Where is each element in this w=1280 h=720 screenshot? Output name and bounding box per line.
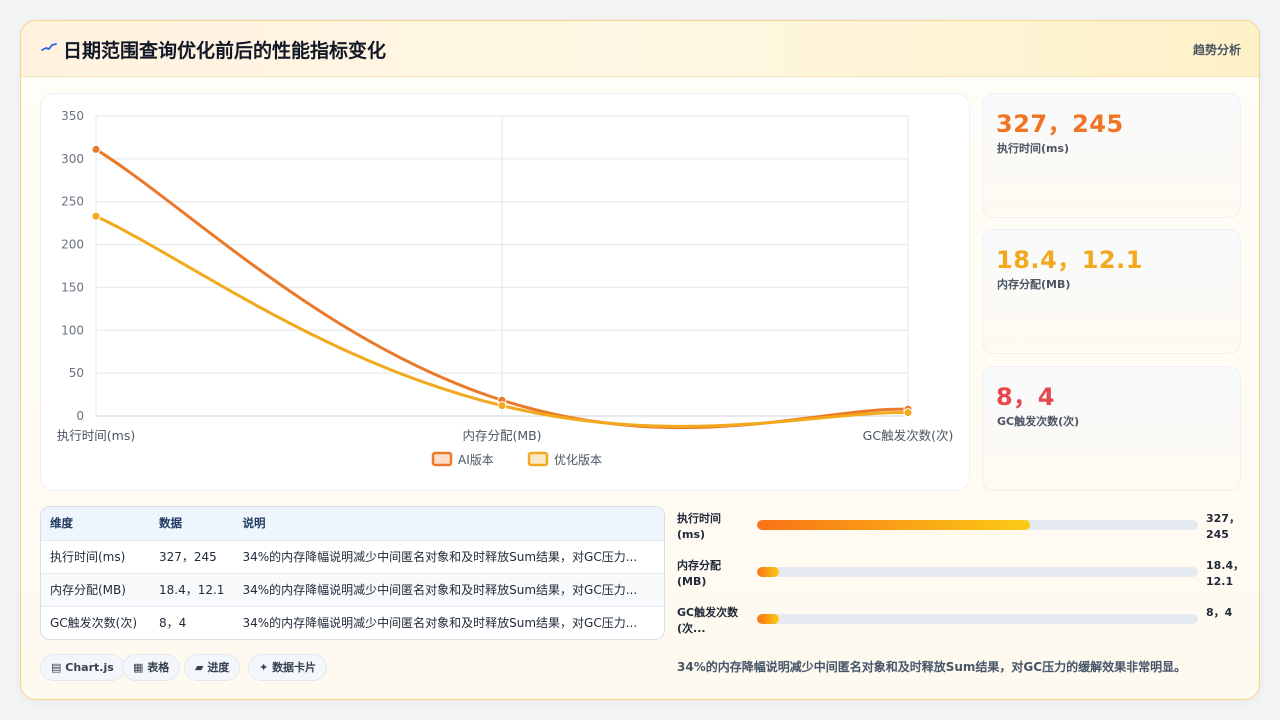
progress-fill	[757, 567, 780, 577]
pill-label: 数据卡片	[272, 661, 317, 674]
legend-label: AI版本	[458, 453, 494, 467]
line-chart: 0 50 100 150 200 250 300 350 执行时间(ms) 内存分配(MB) GC触…	[57, 109, 954, 467]
pill-table[interactable]: ▦ 表格	[122, 654, 181, 681]
table-cell: 8，4	[150, 605, 234, 639]
legend-swatch	[431, 451, 453, 467]
y-tick-label: 350	[61, 109, 84, 123]
y-tick-label: 300	[61, 152, 84, 166]
page-title: 日期范围查询优化前后的性能指标变化	[63, 40, 387, 62]
kpi-label: 执行时间(ms)	[997, 142, 1070, 155]
pill-chartjs[interactable]: ▤ Chart.js	[40, 654, 125, 681]
table-icon: ▦	[133, 661, 144, 674]
pill-progress[interactable]: ▰ 进度	[184, 654, 241, 681]
column-header: 说明	[233, 507, 664, 540]
progress-track	[757, 520, 1198, 530]
table-cell: 执行时间(ms)	[41, 539, 150, 573]
table-cell: 327，245	[150, 539, 234, 573]
pill-label: Chart.js	[65, 661, 114, 674]
y-tick-label: 0	[76, 409, 84, 423]
table-cell: GC触发次数(次)	[41, 605, 150, 639]
table-header-row: 维度 数据 说明	[41, 507, 664, 540]
sparkle-icon: ✦	[259, 661, 269, 674]
trend-analysis-tag: 趋势分析	[1192, 43, 1241, 57]
kpi-value: 327，245	[996, 110, 1124, 138]
progress-track	[757, 614, 1198, 624]
data-point	[91, 211, 101, 221]
progress-track	[757, 567, 1198, 577]
table-cell: 34%的内存降幅说明减少中间匿名对象和及时释放Sum结果，对GC压力...	[233, 605, 664, 639]
kpi-label: GC触发次数(次)	[997, 415, 1080, 428]
legend-label: 优化版本	[554, 453, 602, 467]
kpi-card-memory: 18.4，12.1 内存分配(MB)	[982, 229, 1241, 354]
progress-label: GC触发次数(次...	[677, 606, 739, 635]
pill-data-cards[interactable]: ✦ 数据卡片	[248, 654, 328, 681]
table-row: 内存分配(MB) 18.4，12.1 34%的内存降幅说明减少中间匿名对象和及时…	[41, 572, 664, 606]
y-tick-label: 150	[61, 280, 84, 294]
progress-fill	[757, 520, 1031, 530]
table-cell: 34%的内存降幅说明减少中间匿名对象和及时释放Sum结果，对GC压力...	[233, 539, 664, 573]
x-tick-label: 执行时间(ms)	[57, 428, 135, 443]
progress-fill	[757, 614, 780, 624]
x-tick-label: 内存分配(MB)	[462, 428, 541, 443]
data-point	[903, 408, 913, 418]
line-chart-card: 0 50 100 150 200 250 300 350 执行时间(ms) 内存分配(MB) GC触…	[40, 93, 970, 491]
y-tick-label: 100	[61, 323, 84, 337]
panel-header: 日期范围查询优化前后的性能指标变化 趋势分析	[21, 21, 1259, 77]
progress-value: 8，4	[1206, 606, 1233, 619]
progress-row: 执行时间(ms) 327，245	[677, 511, 1241, 545]
data-point	[91, 144, 101, 154]
summary-note: 34%的内存降幅说明减少中间匿名对象和及时释放Sum结果，对GC压力的缓解效果非…	[677, 660, 1187, 674]
progress-label: 内存分配(MB)	[677, 559, 721, 588]
data-point	[497, 401, 507, 411]
y-tick-label: 200	[61, 238, 84, 252]
progress-value: 18.4，12.1	[1206, 559, 1245, 588]
kpi-value: 18.4，12.1	[996, 246, 1143, 274]
y-tick-label: 250	[61, 195, 84, 209]
progress-label: 执行时间(ms)	[677, 512, 721, 541]
kpi-card-gc: 8，4 GC触发次数(次)	[982, 366, 1241, 491]
table-cell: 18.4，12.1	[150, 572, 234, 606]
table-cell: 34%的内存降幅说明减少中间匿名对象和及时释放Sum结果，对GC压力...	[233, 572, 664, 606]
column-header: 数据	[150, 507, 234, 540]
chart-icon: ▤	[51, 661, 62, 674]
pill-label: 进度	[207, 661, 230, 674]
table-row: 执行时间(ms) 327，245 34%的内存降幅说明减少中间匿名对象和及时释放…	[41, 539, 664, 573]
progress-row: 内存分配(MB) 18.4，12.1	[677, 558, 1245, 592]
progress-value: 327，245	[1206, 512, 1240, 541]
pill-label: 表格	[147, 661, 170, 674]
sparkline-icon	[41, 43, 57, 51]
kpi-card-execution-time: 327，245 执行时间(ms)	[982, 93, 1241, 218]
x-tick-label: GC触发次数(次)	[863, 428, 954, 443]
kpi-label: 内存分配(MB)	[997, 278, 1071, 291]
progress-row: GC触发次数(次... 8，4	[677, 605, 1241, 639]
table-cell: 内存分配(MB)	[41, 572, 150, 606]
kpi-value: 8，4	[996, 383, 1055, 411]
y-tick-label: 50	[69, 366, 84, 380]
column-header: 维度	[41, 507, 150, 540]
report-panel: 日期范围查询优化前后的性能指标变化 趋势分析 0 50 100 150 200 250 30…	[20, 20, 1260, 700]
legend-swatch	[527, 451, 549, 467]
table-row: GC触发次数(次) 8，4 34%的内存降幅说明减少中间匿名对象和及时释放Sum…	[41, 605, 664, 639]
data-table: 维度 数据 说明 执行时间(ms) 327，245 34%的内存降幅说明减少中间…	[40, 506, 665, 640]
progress-icon: ▰	[195, 661, 204, 674]
